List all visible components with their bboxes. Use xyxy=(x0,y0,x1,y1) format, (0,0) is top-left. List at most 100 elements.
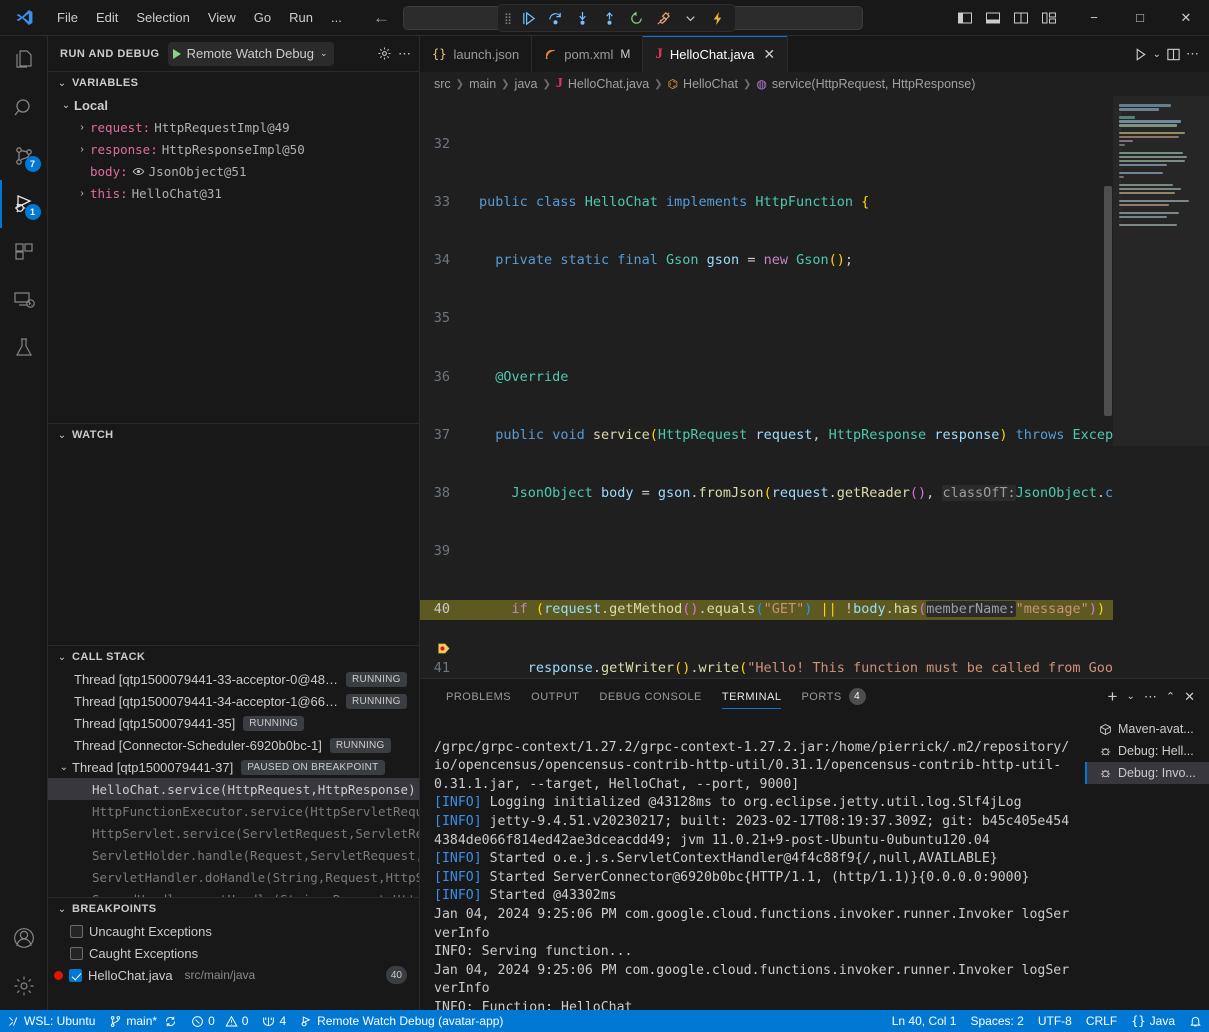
call-stack-frame[interactable]: ServletHandler.doHandle(String,Request,H… xyxy=(48,866,419,888)
terminal-output[interactable]: /grpc/grpc-context/1.27.2/grpc-context-1… xyxy=(420,714,1085,1010)
call-stack-frame[interactable]: HttpFunctionExecutor.service(HttpServlet… xyxy=(48,800,419,822)
status-notifications[interactable] xyxy=(1182,1010,1209,1032)
sync-icon[interactable] xyxy=(164,1015,177,1028)
breadcrumb-src[interactable]: src xyxy=(434,77,451,91)
call-stack-frame[interactable]: ScopedHandler.nextHandle(String,Request,… xyxy=(48,888,419,897)
variable-row[interactable]: › this: HelloChat@31 xyxy=(48,182,419,204)
chevron-down-icon[interactable]: ⌄ xyxy=(1126,691,1134,702)
chevron-right-icon[interactable]: › xyxy=(74,188,90,199)
code-scroll-region[interactable]: 32 33public class HelloChat implements H… xyxy=(420,96,1113,678)
minimap-slider[interactable] xyxy=(1113,96,1209,446)
new-terminal-icon[interactable]: + xyxy=(1108,687,1118,707)
variable-row[interactable]: › request: HttpRequestImpl@49 xyxy=(48,116,419,138)
close-button[interactable]: ✕ xyxy=(1163,0,1209,36)
activity-explorer[interactable] xyxy=(0,36,48,84)
activity-testing[interactable] xyxy=(0,324,48,372)
status-git-branch[interactable]: main* xyxy=(102,1010,184,1032)
terminal-instance-debug-invoker[interactable]: Debug: Invo... xyxy=(1085,762,1209,784)
customize-layout-icon[interactable] xyxy=(1037,6,1061,30)
editor-scrollbar-thumb[interactable] xyxy=(1104,186,1112,416)
breadcrumb-java[interactable]: java xyxy=(515,77,538,91)
status-problems[interactable]: 0 0 xyxy=(184,1010,255,1032)
panel-tab-ports[interactable]: PORTS 4 xyxy=(791,679,875,714)
menu-file[interactable]: File xyxy=(48,6,87,29)
terminal-instance-maven[interactable]: Maven-avat... xyxy=(1085,718,1209,740)
tab-launch-json[interactable]: {} launch.json xyxy=(420,36,532,72)
breakpoint-marker-icon[interactable] xyxy=(438,604,451,617)
call-stack-frame[interactable]: HelloChat.service(HttpRequest,HttpRespon… xyxy=(48,778,419,800)
call-stack-thread[interactable]: Thread [Connector-Scheduler-6920b0bc-1] … xyxy=(48,734,419,756)
activity-source-control[interactable]: 7 xyxy=(0,132,48,180)
tab-close-icon[interactable]: ✕ xyxy=(763,46,775,63)
step-into-button[interactable] xyxy=(570,7,594,29)
menu-more[interactable]: ... xyxy=(322,6,351,29)
chevron-right-icon[interactable]: › xyxy=(74,144,90,155)
status-encoding[interactable]: UTF-8 xyxy=(1031,1010,1079,1032)
disconnect-button[interactable] xyxy=(651,7,675,29)
menu-go[interactable]: Go xyxy=(245,6,280,29)
status-cursor-position[interactable]: Ln 40, Col 1 xyxy=(885,1010,964,1032)
breakpoint-checkbox[interactable] xyxy=(70,947,83,960)
step-out-button[interactable] xyxy=(597,7,621,29)
more-actions-icon[interactable]: ⋯ xyxy=(1186,46,1199,62)
activity-accounts[interactable] xyxy=(0,914,48,962)
continue-button[interactable] xyxy=(516,7,540,29)
variable-scope-local[interactable]: ⌄ Local xyxy=(48,94,419,116)
toggle-panel-icon[interactable] xyxy=(981,6,1005,30)
panel-tab-output[interactable]: OUTPUT xyxy=(521,679,589,714)
call-stack-thread[interactable]: Thread [qtp1500079441-33-acceptor-0@48… … xyxy=(48,668,419,690)
close-panel-icon[interactable]: ✕ xyxy=(1184,689,1195,705)
activity-remote-explorer[interactable] xyxy=(0,276,48,324)
more-actions-icon[interactable]: ⋯ xyxy=(1144,689,1157,705)
restart-button[interactable] xyxy=(624,7,648,29)
maximize-button[interactable]: □ xyxy=(1117,0,1163,36)
variable-row[interactable]: body: JsonObject@51 xyxy=(48,160,419,182)
chevron-down-icon[interactable]: ⌄ xyxy=(56,762,72,773)
call-stack-frame[interactable]: ServletHolder.handle(Request,ServletRequ… xyxy=(48,844,419,866)
chevron-right-icon[interactable]: › xyxy=(74,122,90,133)
panel-tab-terminal[interactable]: TERMINAL xyxy=(712,679,792,714)
step-over-button[interactable] xyxy=(543,7,567,29)
panel-tab-debug-console[interactable]: DEBUG CONSOLE xyxy=(589,679,711,714)
breakpoint-row-uncaught-exceptions[interactable]: Uncaught Exceptions xyxy=(48,920,419,942)
code-editor[interactable]: 32 33public class HelloChat implements H… xyxy=(420,96,1209,678)
split-editor-icon[interactable] xyxy=(1166,47,1181,62)
breakpoint-row-caught-exceptions[interactable]: Caught Exceptions xyxy=(48,942,419,964)
editor-scrollbar[interactable] xyxy=(1103,96,1113,678)
panel-tab-problems[interactable]: PROBLEMS xyxy=(436,679,521,714)
breadcrumb-main[interactable]: main xyxy=(469,77,496,91)
status-indentation[interactable]: Spaces: 2 xyxy=(963,1010,1030,1032)
activity-search[interactable] xyxy=(0,84,48,132)
terminal-instance-debug-hello[interactable]: Debug: Hell... xyxy=(1085,740,1209,762)
hot-reload-button[interactable] xyxy=(705,7,729,29)
breadcrumb-method[interactable]: service(HttpRequest, HttpResponse) xyxy=(772,77,976,91)
status-remote-indicator[interactable]: WSL: Ubuntu xyxy=(0,1010,102,1032)
start-debug-icon[interactable] xyxy=(173,49,181,59)
toggle-secondary-sidebar-icon[interactable] xyxy=(1009,6,1033,30)
menu-selection[interactable]: Selection xyxy=(127,6,198,29)
variable-row[interactable]: › response: HttpResponseImpl@50 xyxy=(48,138,419,160)
menu-view[interactable]: View xyxy=(199,6,245,29)
chevron-down-icon[interactable] xyxy=(678,7,702,29)
editor-minimap[interactable] xyxy=(1113,96,1209,678)
activity-run-and-debug[interactable]: 1 xyxy=(0,180,48,228)
drag-handle-icon[interactable]: ⣿ xyxy=(504,12,513,25)
call-stack-header[interactable]: ⌄ CALL STACK xyxy=(48,646,419,668)
breakpoints-header[interactable]: ⌄ BREAKPOINTS xyxy=(48,898,419,920)
call-stack-frame[interactable]: HttpServlet.service(ServletRequest,Servl… xyxy=(48,822,419,844)
tab-pom-xml[interactable]: pom.xml M xyxy=(532,36,643,72)
watch-header[interactable]: ⌄ WATCH xyxy=(48,424,419,446)
status-language-mode[interactable]: {} Java xyxy=(1124,1010,1182,1032)
breadcrumb-class[interactable]: HelloChat xyxy=(683,77,738,91)
breadcrumb-file[interactable]: HelloChat.java xyxy=(568,77,649,91)
activity-settings[interactable] xyxy=(0,962,48,1010)
call-stack-thread-paused[interactable]: ⌄ Thread [qtp1500079441-37] PAUSED ON BR… xyxy=(48,756,419,778)
activity-extensions[interactable] xyxy=(0,228,48,276)
minimize-button[interactable]: − xyxy=(1071,0,1117,36)
lazy-value-eye-icon[interactable] xyxy=(132,165,145,178)
call-stack-thread[interactable]: Thread [qtp1500079441-35] RUNNING xyxy=(48,712,419,734)
tab-hellochat-java[interactable]: J HelloChat.java ✕ xyxy=(643,36,788,72)
chevron-down-icon[interactable]: ⌄ xyxy=(1153,49,1161,60)
maximize-panel-icon[interactable]: ⌃ xyxy=(1166,690,1175,703)
variables-header[interactable]: ⌄ VARIABLES xyxy=(48,72,419,94)
